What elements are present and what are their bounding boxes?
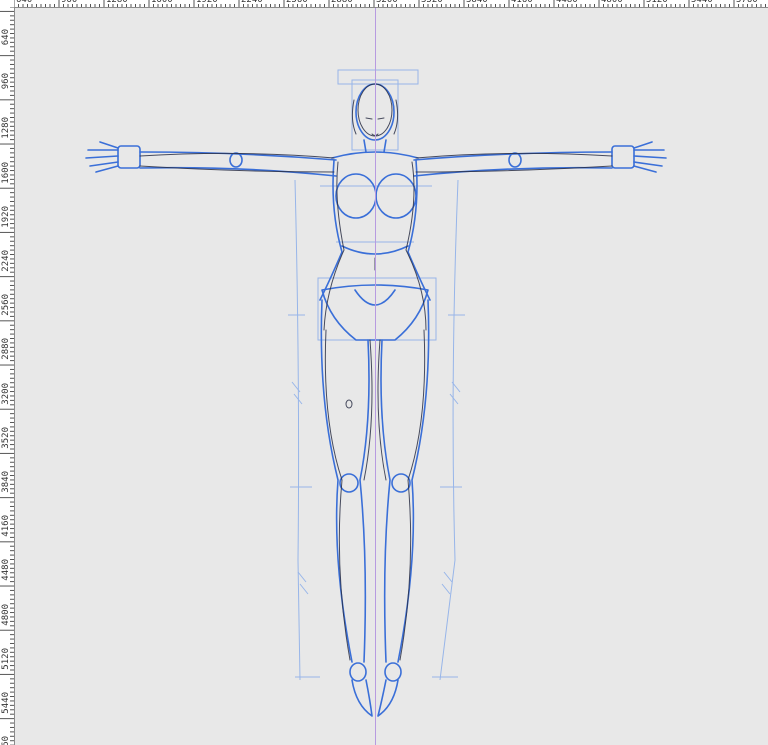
- guide-hatch: [449, 381, 461, 405]
- right-chest: [375, 173, 417, 219]
- ruler-label-left: 2880: [1, 338, 11, 361]
- ruler-label-left: 1920: [1, 205, 11, 228]
- guide-hatch: [441, 571, 453, 595]
- guide-hatch: [297, 571, 309, 595]
- ruler-label-top: 1600: [151, 0, 173, 5]
- ruler-label-left: 1600: [1, 161, 11, 184]
- ruler-label-left: 2560: [1, 294, 11, 316]
- ruler-label-left: 5120: [1, 647, 11, 670]
- left-ankle: [349, 662, 367, 682]
- ruler-label-left: 3520: [1, 426, 11, 449]
- ruler-label-top: 640: [16, 0, 33, 5]
- ruler-label-left: 4160: [1, 515, 11, 537]
- ruler-label-top: 2560: [286, 0, 308, 5]
- figure-ink-lines: [139, 83, 613, 661]
- ruler-label-top: 5760: [736, 0, 758, 5]
- head-guide-box: [337, 69, 419, 85]
- right-foot: [377, 679, 399, 717]
- ruler-label-top: 4480: [556, 0, 578, 5]
- left-leg-inner: [359, 339, 370, 663]
- left-leg-outer: [320, 299, 353, 663]
- ruler-label-left: 4480: [1, 559, 11, 582]
- guide-hatch: [291, 381, 303, 405]
- left-knee: [339, 473, 359, 493]
- ruler-label-left: 960: [1, 73, 11, 90]
- ruler-label-top: 2240: [241, 0, 263, 5]
- ruler-label-left: 5440: [1, 692, 11, 714]
- ruler-label-left: 2240: [1, 250, 11, 272]
- right-knee: [391, 473, 411, 493]
- ruler-label-top: 3200: [376, 0, 398, 5]
- left-foot: [351, 679, 373, 717]
- right-hand: [633, 141, 667, 173]
- right-ankle: [384, 662, 402, 682]
- ruler-label-top: 3520: [421, 0, 443, 5]
- figure-structure: [85, 83, 667, 717]
- vertical-ruler[interactable]: 640 960 1280 1600 1920 2240 2560 2880 3200 3520 38…: [0, 7, 15, 745]
- ruler-label-top: 5120: [646, 0, 668, 5]
- ruler-label-top: 2880: [331, 0, 353, 5]
- vertical-center-guide[interactable]: [375, 8, 376, 745]
- left-hand: [85, 141, 119, 173]
- left-elbow: [229, 152, 243, 168]
- ruler-label-top: 960: [61, 0, 78, 5]
- ruler-label-left: 3840: [1, 471, 11, 493]
- construction-lines: [288, 69, 465, 681]
- ruler-label-top: 5440: [691, 0, 713, 5]
- ruler-label-top: 1280: [106, 0, 128, 5]
- left-knee-mark: [345, 399, 353, 409]
- ruler-label-top: 3840: [466, 0, 488, 5]
- horizontal-ruler[interactable]: 640 960 1280 1600 1920 2240 2560 2880 3200 3520 38…: [14, 0, 768, 8]
- ruler-label-left: 5760: [1, 736, 11, 745]
- ruler-label-left: 1280: [1, 117, 11, 140]
- drawing-canvas[interactable]: [15, 8, 768, 745]
- ruler-label-left: 640: [1, 29, 11, 46]
- left-wrist-box: [117, 145, 141, 169]
- torso-left: [319, 159, 343, 301]
- left-outer-guide: [294, 179, 301, 681]
- right-wrist-box: [611, 145, 635, 169]
- right-elbow: [508, 152, 522, 168]
- right-outer-guide: [439, 179, 459, 681]
- ruler-label-top: 1920: [196, 0, 218, 5]
- ruler-label-left: 3200: [1, 382, 11, 405]
- right-leg-inner: [380, 339, 391, 663]
- ruler-label-left: 4800: [1, 603, 11, 626]
- ruler-label-top: 4160: [511, 0, 533, 5]
- right-leg-outer: [397, 299, 430, 663]
- left-chest: [335, 173, 377, 219]
- ruler-label-top: 4800: [601, 0, 623, 5]
